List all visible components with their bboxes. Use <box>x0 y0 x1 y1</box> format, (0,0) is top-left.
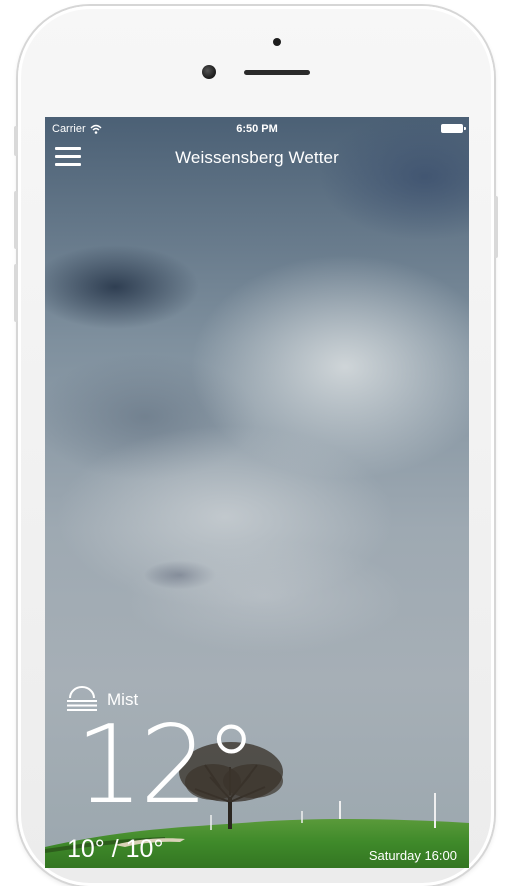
forecast-time: Saturday 16:00 <box>368 848 457 863</box>
page-title: Weissensberg Wetter <box>175 148 339 167</box>
volume-up-button <box>14 191 18 249</box>
battery-icon <box>441 124 466 133</box>
status-bar: Carrier 6:50 PM <box>45 117 469 139</box>
nav-bar: Weissensberg Wetter <box>45 139 469 179</box>
proximity-sensor <box>273 38 281 46</box>
power-button <box>494 196 498 258</box>
front-camera <box>202 65 216 79</box>
earpiece-speaker <box>244 70 310 75</box>
current-temperature: 12° <box>75 703 258 828</box>
app-screen: Carrier 6:50 PM Weissensberg Wetter Mist… <box>45 117 469 868</box>
status-time: 6:50 PM <box>236 123 278 135</box>
mute-switch <box>14 126 18 156</box>
volume-down-button <box>14 264 18 322</box>
min-max-temperature: 10° / 10° <box>67 835 164 863</box>
